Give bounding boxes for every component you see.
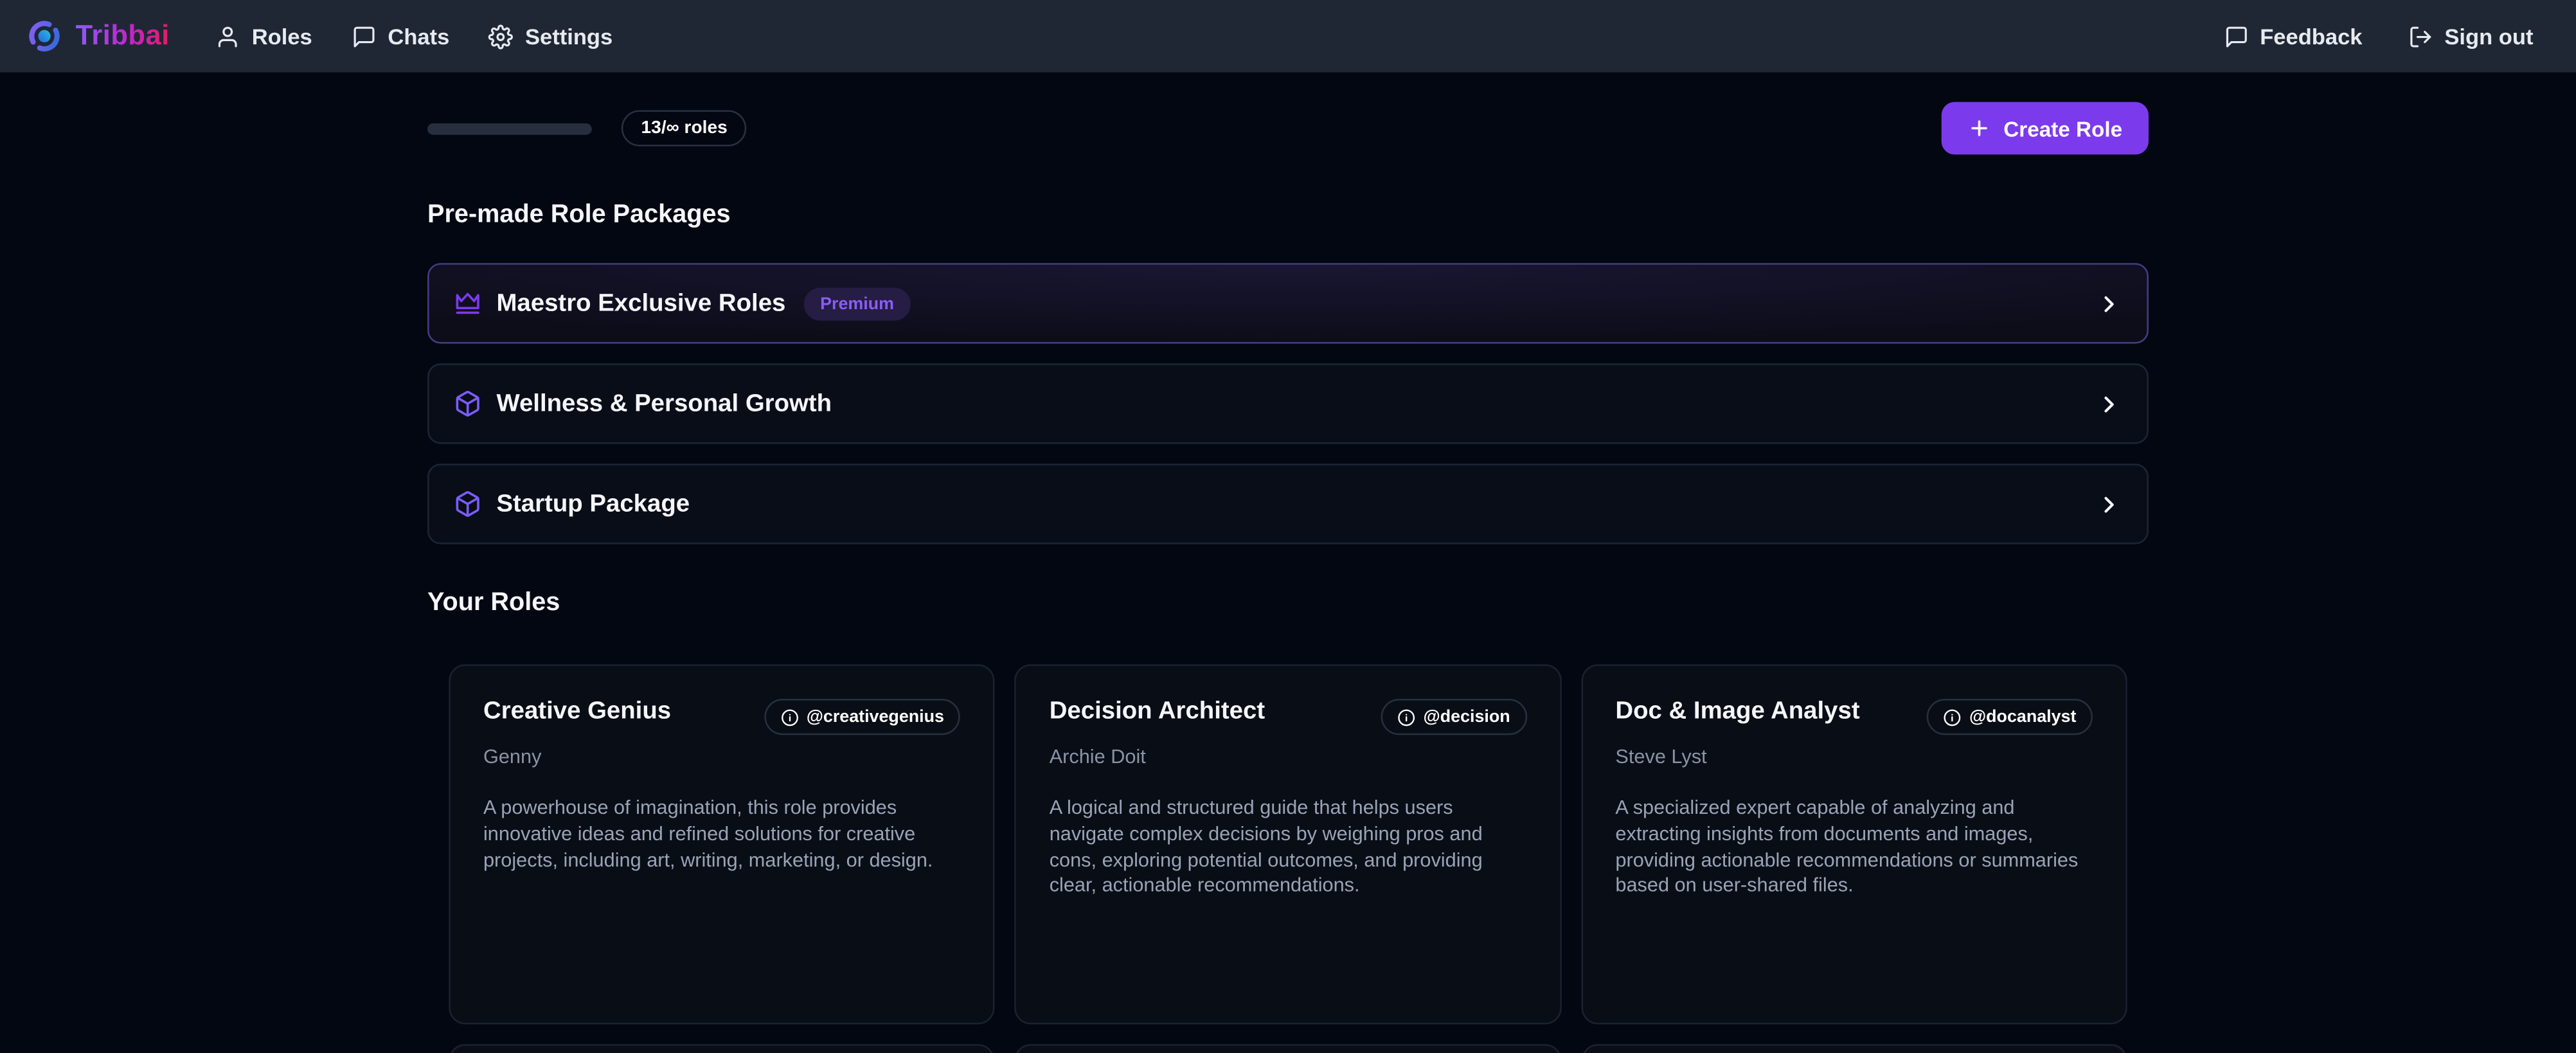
roles-usage-progress-bar [427,123,592,134]
role-card-doc-image-analyst[interactable]: Doc & Image Analyst @docanalyst Steve Ly… [1581,664,2127,1024]
role-card-partial[interactable] [1015,1044,1561,1053]
nav-settings[interactable]: Settings [489,24,613,48]
role-card-description: A logical and structured guide that help… [1050,796,1527,900]
create-role-button[interactable]: Create Role [1941,102,2149,155]
main-nav: Roles Chats [215,24,613,48]
crown-icon [454,289,481,317]
feedback-label: Feedback [2260,24,2362,48]
info-icon [1943,708,1961,726]
role-card-subtitle: Genny [483,745,961,768]
package-icon [454,390,481,417]
package-title: Startup Package [496,490,690,518]
nav-chats-label: Chats [388,24,449,48]
your-roles-heading: Your Roles [427,589,2149,618]
package-list: Maestro Exclusive Roles Premium Wellness [427,263,2149,544]
role-card-decision-architect[interactable]: Decision Architect @decision Archie Doit… [1015,664,1561,1024]
sign-out-icon [2408,24,2433,48]
role-card-title: Doc & Image Analyst [1615,697,1859,724]
premade-packages-heading: Pre-made Role Packages [427,201,2149,230]
sign-out-button[interactable]: Sign out [2408,24,2533,48]
chevron-right-icon [2096,290,2122,316]
nav-roles-label: Roles [252,24,312,48]
feedback-icon [2224,24,2248,48]
chevron-right-icon [2096,491,2122,517]
chat-icon [352,24,376,48]
role-cards-grid-partial [427,1044,2149,1053]
sign-out-label: Sign out [2444,24,2533,48]
role-handle-badge[interactable]: @creativegenius [764,699,960,735]
feedback-button[interactable]: Feedback [2224,24,2363,48]
tribbai-logo-icon [26,18,62,54]
info-icon [780,708,798,726]
role-handle-badge[interactable]: @decision [1381,699,1526,735]
package-row-wellness[interactable]: Wellness & Personal Growth [427,363,2149,444]
info-icon [1397,708,1415,726]
package-title: Maestro Exclusive Roles [496,289,785,317]
nav-roles[interactable]: Roles [215,24,312,48]
role-card-title: Creative Genius [483,697,671,724]
chevron-right-icon [2096,390,2122,417]
role-cards-grid: Creative Genius @creativegenius Genny A … [427,664,2149,1024]
topbar: Tribbai Roles [0,0,2576,73]
roles-usage-badge: 13/∞ roles [622,110,747,146]
brand[interactable]: Tribbai [26,18,170,54]
role-card-subtitle: Archie Doit [1050,745,1527,768]
package-row-startup[interactable]: Startup Package [427,464,2149,544]
role-handle-badge[interactable]: @docanalyst [1926,699,2093,735]
create-role-label: Create Role [2003,116,2122,140]
nav-settings-label: Settings [525,24,613,48]
role-card-subtitle: Steve Lyst [1615,745,2093,768]
role-card-creative-genius[interactable]: Creative Genius @creativegenius Genny A … [449,664,995,1024]
role-handle-label: @creativegenius [807,707,944,727]
role-card-partial[interactable] [449,1044,995,1053]
role-card-partial[interactable] [1581,1044,2127,1053]
nav-chats[interactable]: Chats [352,24,449,48]
brand-name: Tribbai [76,20,170,53]
package-row-maestro[interactable]: Maestro Exclusive Roles Premium [427,263,2149,343]
premium-badge: Premium [804,287,911,320]
role-handle-label: @decision [1424,707,1510,727]
user-icon [215,24,240,48]
role-handle-label: @docanalyst [1969,707,2076,727]
roles-header: 13/∞ roles Create Role [427,102,2149,155]
package-icon [454,490,481,518]
plus-icon [1967,117,1990,140]
package-title: Wellness & Personal Growth [496,390,832,417]
main-content: 13/∞ roles Create Role Pre-made Role Pac… [427,102,2149,1053]
gear-icon [489,24,514,48]
role-card-description: A powerhouse of imagination, this role p… [483,796,961,874]
role-card-description: A specialized expert capable of analyzin… [1615,796,2093,900]
role-card-title: Decision Architect [1050,697,1265,724]
